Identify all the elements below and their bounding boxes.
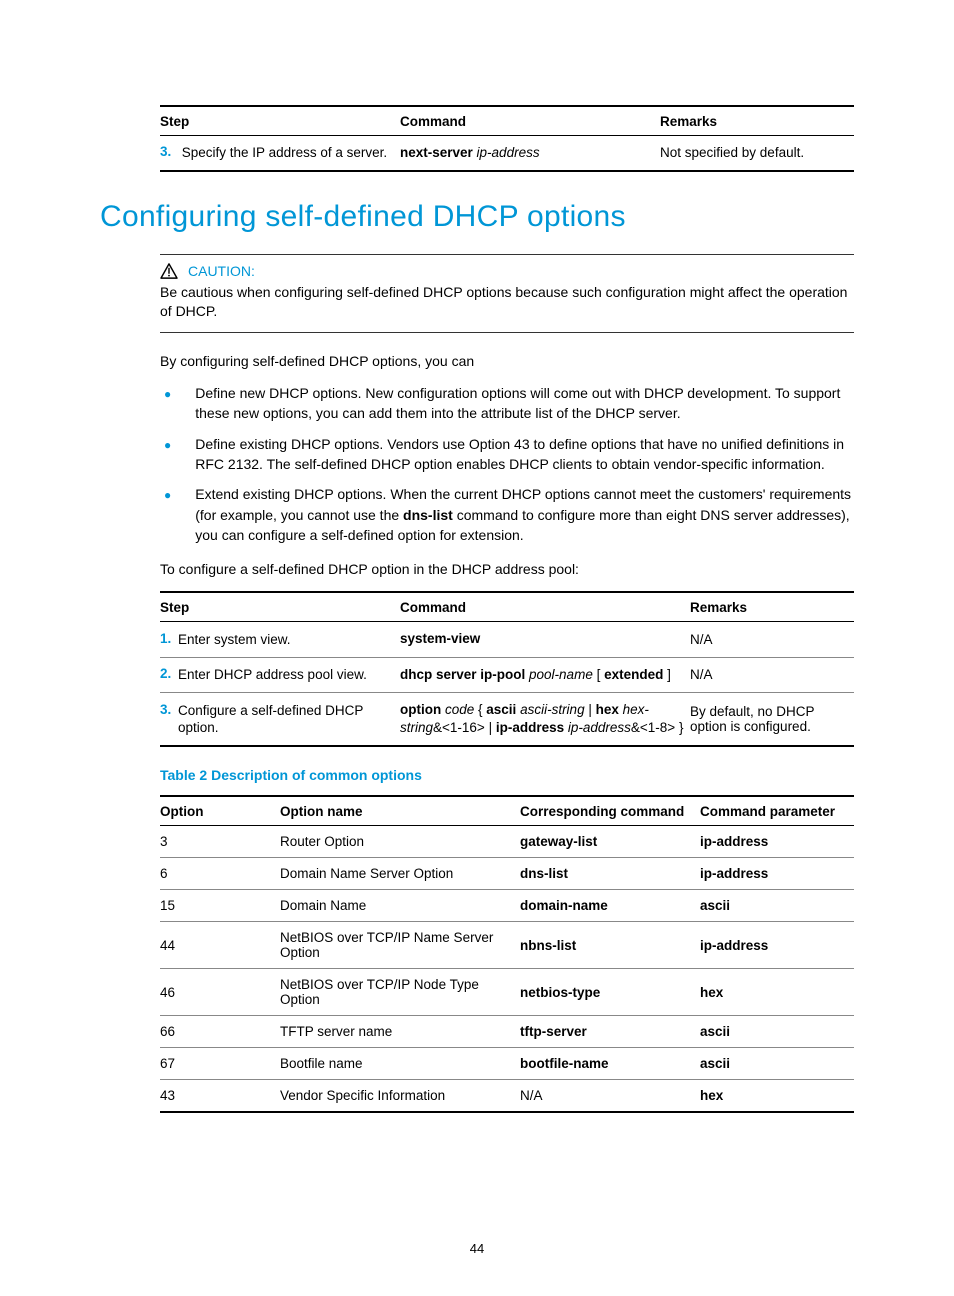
list-item: ● Define new DHCP options. New configurat… xyxy=(160,383,854,424)
intro-text: By configuring self-defined DHCP options… xyxy=(160,351,854,371)
opt-num: 15 xyxy=(160,890,280,922)
opt-param: ip-address xyxy=(700,826,854,858)
opt-num: 46 xyxy=(160,969,280,1016)
options-table: Option Option name Corresponding command… xyxy=(160,795,854,1113)
step-desc: Enter system view. xyxy=(178,631,388,649)
bullet-icon: ● xyxy=(164,437,171,475)
step-remarks: By default, no DHCP option is configured… xyxy=(690,692,854,746)
config-line: To configure a self-defined DHCP option … xyxy=(160,559,854,579)
cmd-ital: ip-address xyxy=(473,145,540,160)
opt-name: NetBIOS over TCP/IP Node Type Option xyxy=(280,969,520,1016)
th-cmd-param: Command parameter xyxy=(700,796,854,826)
th-corr-cmd: Corresponding command xyxy=(520,796,700,826)
opt-num: 67 xyxy=(160,1048,280,1080)
table-row: 6Domain Name Server Optiondns-listip-add… xyxy=(160,858,854,890)
opt-num: 3 xyxy=(160,826,280,858)
step-command: option code { ascii ascii-string | hex h… xyxy=(400,692,690,746)
table-row: 3.Configure a self-defined DHCP option. o… xyxy=(160,692,854,746)
opt-param: ip-address xyxy=(700,858,854,890)
bullet-list: ● Define new DHCP options. New configurat… xyxy=(160,383,854,545)
step-remarks: Not specified by default. xyxy=(660,136,854,171)
opt-cmd: domain-name xyxy=(520,890,700,922)
th-option-name: Option name xyxy=(280,796,520,826)
table-row: 1.Enter system view. system-viewN/A xyxy=(160,622,854,657)
opt-num: 6 xyxy=(160,858,280,890)
table-row: 43Vendor Specific InformationN/Ahex xyxy=(160,1080,854,1113)
opt-name: TFTP server name xyxy=(280,1016,520,1048)
step-number: 2. xyxy=(160,666,178,681)
step-desc: Specify the IP address of a server. xyxy=(182,144,392,162)
table-row: 3. Specify the IP address of a server. n… xyxy=(160,136,854,171)
top-step-table: Step Command Remarks 3. Specify the IP a… xyxy=(160,105,854,172)
step-number: 3. xyxy=(160,144,178,159)
opt-param: ascii xyxy=(700,1048,854,1080)
list-item-text: Extend existing DHCP options. When the c… xyxy=(195,484,854,545)
opt-param: hex xyxy=(700,969,854,1016)
caution-box: CAUTION: Be cautious when configuring se… xyxy=(160,254,854,333)
table-row: 15Domain Namedomain-nameascii xyxy=(160,890,854,922)
th-step: Step xyxy=(160,592,400,622)
bullet-icon: ● xyxy=(164,487,171,545)
list-item: ● Define existing DHCP options. Vendors u… xyxy=(160,434,854,475)
opt-name: Domain Name Server Option xyxy=(280,858,520,890)
step-remarks: N/A xyxy=(690,657,854,692)
cmd-bold: next-server xyxy=(400,145,473,160)
table-row: 3Router Optiongateway-listip-address xyxy=(160,826,854,858)
table-row: 66TFTP server nametftp-serverascii xyxy=(160,1016,854,1048)
step-command: system-view xyxy=(400,622,690,657)
opt-cmd: bootfile-name xyxy=(520,1048,700,1080)
page-title: Configuring self-defined DHCP options xyxy=(100,200,854,234)
list-item: ● Extend existing DHCP options. When the … xyxy=(160,484,854,545)
opt-cmd: netbios-type xyxy=(520,969,700,1016)
opt-name: Bootfile name xyxy=(280,1048,520,1080)
page-number: 44 xyxy=(0,1241,954,1256)
opt-name: Router Option xyxy=(280,826,520,858)
opt-cmd: dns-list xyxy=(520,858,700,890)
opt-cmd: tftp-server xyxy=(520,1016,700,1048)
th-remarks: Remarks xyxy=(660,106,854,136)
opt-param: ascii xyxy=(700,890,854,922)
opt-cmd: N/A xyxy=(520,1080,700,1113)
opt-cmd: nbns-list xyxy=(520,922,700,969)
opt-param: hex xyxy=(700,1080,854,1113)
list-item-text: Define existing DHCP options. Vendors us… xyxy=(195,434,854,475)
step-command: dhcp server ip-pool pool-name [ extended… xyxy=(400,657,690,692)
th-remarks: Remarks xyxy=(690,592,854,622)
table-row: 67Bootfile namebootfile-nameascii xyxy=(160,1048,854,1080)
th-option: Option xyxy=(160,796,280,826)
caution-label: CAUTION: xyxy=(188,263,255,279)
step-desc: Configure a self-defined DHCP option. xyxy=(178,702,388,737)
opt-name: NetBIOS over TCP/IP Name Server Option xyxy=(280,922,520,969)
opt-name: Domain Name xyxy=(280,890,520,922)
th-step: Step xyxy=(160,106,400,136)
opt-num: 44 xyxy=(160,922,280,969)
opt-cmd: gateway-list xyxy=(520,826,700,858)
table2-caption: Table 2 Description of common options xyxy=(160,767,854,783)
th-command: Command xyxy=(400,106,660,136)
th-command: Command xyxy=(400,592,690,622)
opt-param: ascii xyxy=(700,1016,854,1048)
step-number: 3. xyxy=(160,702,178,717)
step-number: 1. xyxy=(160,631,178,646)
table-row: 44NetBIOS over TCP/IP Name Server Option… xyxy=(160,922,854,969)
step-desc: Enter DHCP address pool view. xyxy=(178,666,388,684)
opt-param: ip-address xyxy=(700,922,854,969)
step-remarks: N/A xyxy=(690,622,854,657)
opt-num: 66 xyxy=(160,1016,280,1048)
bullet-icon: ● xyxy=(164,386,171,424)
table-row: 46NetBIOS over TCP/IP Node Type Optionne… xyxy=(160,969,854,1016)
list-item-text: Define new DHCP options. New configurati… xyxy=(195,383,854,424)
table-row: 2.Enter DHCP address pool view. dhcp serv… xyxy=(160,657,854,692)
caution-text: Be cautious when configuring self-define… xyxy=(160,283,854,322)
config-step-table: Step Command Remarks 1.Enter system view… xyxy=(160,591,854,747)
opt-name: Vendor Specific Information xyxy=(280,1080,520,1113)
caution-icon xyxy=(160,263,178,279)
opt-num: 43 xyxy=(160,1080,280,1113)
